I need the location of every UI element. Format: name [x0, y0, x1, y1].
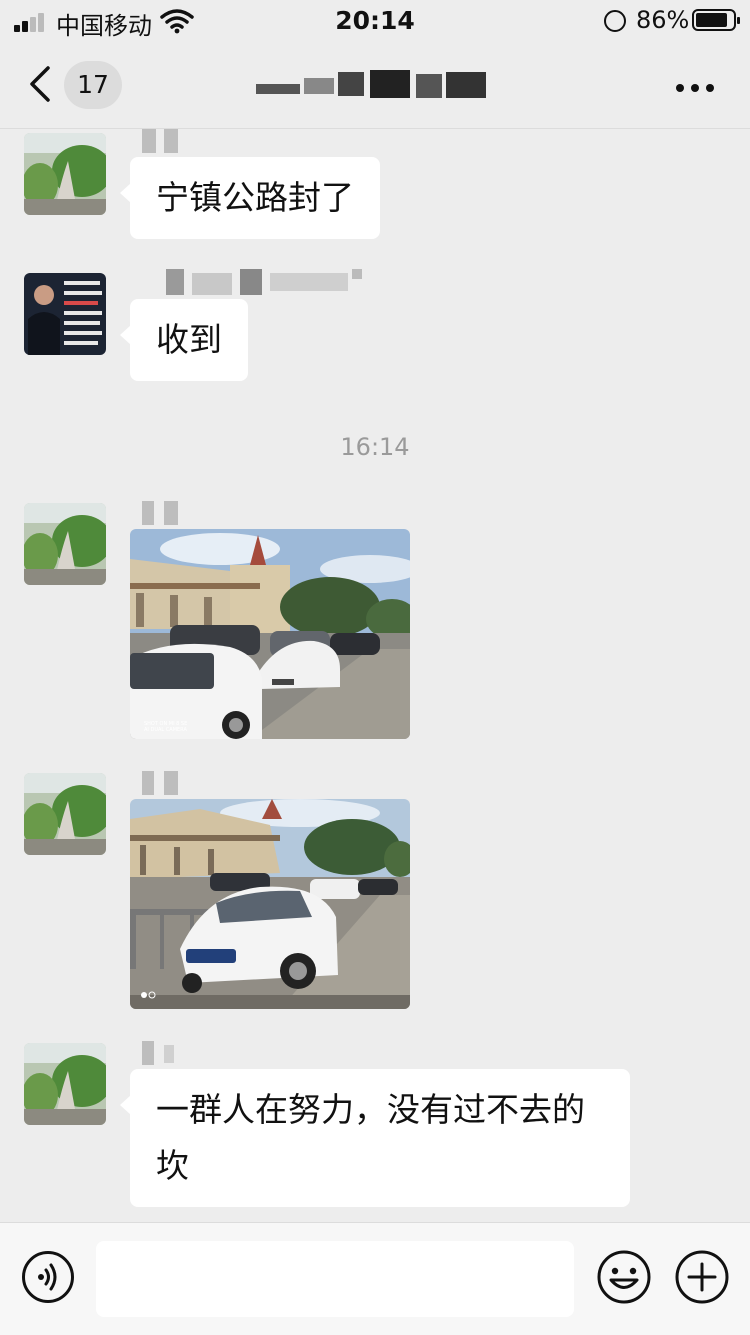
battery-icon [692, 9, 740, 31]
sender-name-redacted [140, 269, 380, 297]
unread-count-badge[interactable]: 17 [64, 61, 122, 109]
battery-percent: 86% [636, 6, 690, 34]
photo-watermark: SHOT ON MI 8 SE AI DUAL CAMERA [144, 721, 187, 733]
sender-name-redacted [140, 501, 190, 529]
add-icon[interactable] [674, 1249, 730, 1305]
orientation-lock-icon [604, 10, 626, 32]
sender-name-redacted [140, 1041, 190, 1069]
voice-icon[interactable] [22, 1251, 74, 1303]
message-input[interactable] [96, 1241, 574, 1317]
message-photo[interactable] [130, 799, 410, 1009]
message-list[interactable]: 宁镇公路封了 收到 16:14 SHOT ON MI 8 SE AI DUAL … [0, 129, 750, 1222]
message-bubble[interactable]: 宁镇公路封了 [120, 157, 380, 239]
message-bubble[interactable]: 收到 [120, 299, 248, 381]
sender-name-redacted [140, 771, 190, 799]
sender-name-redacted [140, 129, 200, 157]
emoji-icon[interactable] [596, 1249, 652, 1305]
avatar[interactable] [24, 133, 106, 215]
avatar[interactable] [24, 1043, 106, 1125]
message-bubble[interactable]: 一群人在努力，没有过不去的坎 [120, 1069, 630, 1207]
avatar[interactable] [24, 503, 106, 585]
chat-timestamp: 16:14 [340, 433, 410, 461]
more-icon[interactable] [670, 66, 720, 106]
chevron-left-icon[interactable] [20, 62, 64, 106]
avatar[interactable] [24, 773, 106, 855]
chat-title-redacted [256, 66, 492, 106]
chat-header: 17 [0, 44, 750, 129]
status-bar: 中国移动 20:14 86% [0, 0, 750, 44]
avatar[interactable] [24, 273, 106, 355]
message-photo[interactable]: SHOT ON MI 8 SE AI DUAL CAMERA [130, 529, 410, 739]
chat-input-bar [0, 1222, 750, 1335]
